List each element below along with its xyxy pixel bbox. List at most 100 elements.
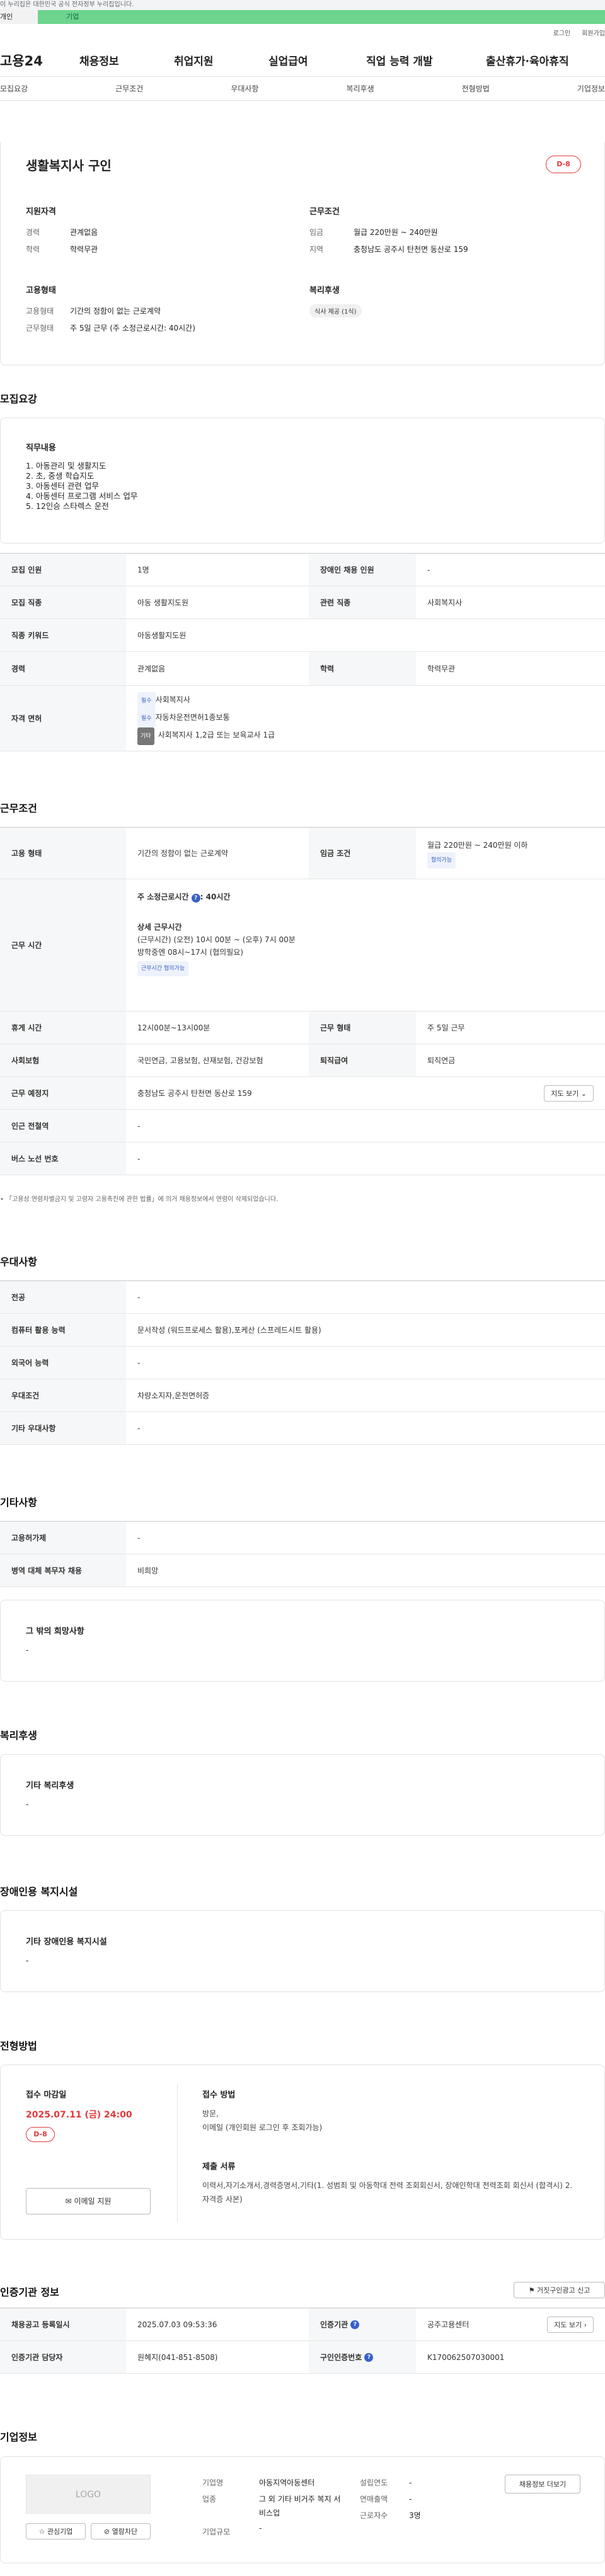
row-value: 원혜지(041-851-8508) [137,2353,218,2362]
map-button[interactable]: 지도 보기 › [547,2316,594,2333]
dday-badge: D-8 [546,156,581,173]
map-button[interactable]: 지도 보기 ⌄ [544,1085,594,1102]
gnb-unemployment[interactable]: 실업급여 [268,52,366,68]
company-labels-1: 기업명 업종 기업규모 [202,2475,230,2540]
row-label: 퇴직급여 [309,1044,416,1076]
site-logo[interactable]: 고용24 [0,51,69,70]
subnav-preference[interactable]: 우대사항 [231,83,258,94]
subnav-process[interactable]: 전형방법 [462,83,490,94]
welfare-summary: 복리후생 식사 제공 (1식) [309,283,587,317]
chevron-down-icon: ⌄ [580,1089,587,1098]
subnav-welfare[interactable]: 복리후생 [346,83,374,94]
login-link[interactable]: 로그인 [553,30,571,37]
gnb-leave[interactable]: 출산휴가·육아휴직 [486,52,569,68]
method-title: 접수 방법 [202,2090,236,2100]
region-label: 지역 [309,245,324,254]
method-list: 방문, 이메일 (개인회원 로그인 후 조회가능) [202,2107,322,2134]
table-row: 채용공고 등록일시 2025.07.03 09:53:36 인증기관 ? 공주고용… [0,2308,605,2341]
table-row: 전공 - [0,1281,605,1314]
table-row: 병역 대체 복무자 채용 비희망 [0,1554,605,1587]
row-label: 장애인 채용 인원 [309,554,416,586]
region-value: 충청남도 공주시 탄천면 동산로 159 [354,245,468,254]
other-tag: 기타 [137,727,154,745]
company-values-2: - - 3명 [409,2475,421,2524]
gnb-jobs[interactable]: 채용정보 [79,52,174,68]
conditions-table: 고용 형태 기간의 정함이 없는 근로계약 임금 조건 월급 220만원 ~ 24… [0,827,605,1175]
row-value: 1명 [137,566,149,574]
other-table: 고용허가제 - 병역 대체 복무자 채용 비희망 [0,1521,605,1587]
gov-banner: 이 누리집은 대한민국 공식 전자정부 누리집입니다. [0,0,605,10]
signup-link[interactable]: 회원가입 [582,30,605,37]
table-row: 휴게 시간 12시00분~13시00분 근무 형태 주 5일 근무 [0,1012,605,1044]
industry-label: 업종 [202,2495,217,2504]
table-row: 기타 우대사항 - [0,1412,605,1445]
table-row: 경력 관계없음 학력 학력무관 [0,652,605,686]
info-icon[interactable]: ? [191,894,200,903]
favorite-button[interactable]: ☆ 관심기업 [26,2523,86,2539]
block-button[interactable]: ⊘ 열람차단 [91,2523,151,2539]
company-title: 기업정보 [0,2431,37,2443]
table-row: 고용 형태 기간의 정함이 없는 근로계약 임금 조건 월급 220만원 ~ 24… [0,828,605,879]
row-label: 학력 [309,652,416,685]
gnb-training[interactable]: 직업 능력 개발 [366,52,486,68]
subnav-company[interactable]: 기업정보 [577,83,605,94]
row-label: 모집 직종 [0,586,126,618]
other-title: 기타사항 [0,1496,37,1508]
deadline-title: 접수 마감일 [26,2090,67,2100]
job-title: 생활복지사 구인 [26,158,112,173]
table-row: 우대조건 차량소지자,운전면허증 [0,1379,605,1412]
row-label: 자격 면허 [0,686,126,751]
map-button-label: 지도 보기 [551,1089,579,1098]
row-value: 기간의 정함이 없는 근로계약 [137,849,228,858]
tab-personal[interactable]: 개인 [0,10,38,24]
cert-table: 채용공고 등록일시 2025.07.03 09:53:36 인증기관 ? 공주고용… [0,2308,605,2374]
docs-title: 제출 서류 [202,2162,236,2172]
emptype-label: 고용형태 [26,307,54,316]
workform-label: 근무형태 [26,324,54,333]
help-icon[interactable]: ? [350,2320,360,2329]
row-label: 경력 [0,652,126,685]
report-button[interactable]: ⚑ 거짓구인광고 신고 [514,2282,605,2298]
duty-item: 2. 초, 중생 학습지도 [26,471,95,481]
company-values-1: 아동지역아동센터 그 외 기타 비거주 복지 서비스업 - [259,2475,347,2536]
duty-title: 직무내용 [26,443,56,453]
tab-company[interactable]: 기업 [38,10,605,24]
row-value: 아동 생활지도원 [137,598,189,607]
row-label: 채용공고 등록일시 [0,2308,126,2340]
required-tag: 필수 [137,709,156,727]
duty-list: 1. 아동관리 및 생활지도 2. 초, 중생 학습지도 3. 아동센터 관련 … [26,461,137,511]
subnav-conditions[interactable]: 근무조건 [115,83,143,94]
section-nav: 모집요강 근무조건 우대사항 복리후생 전형방법 기업정보 [0,77,605,101]
table-row: 모집 인원 1명 장애인 채용 인원 - [0,554,605,586]
global-nav: 고용24 채용정보 취업지원 실업급여 직업 능력 개발 출산휴가·육아휴직 [0,44,605,77]
row-label: 전공 [0,1281,126,1313]
wage-label: 임금 [309,228,324,237]
flag-icon: ⚑ [528,2286,535,2294]
org-label: 인증기관 [320,2320,349,2329]
duty-item: 1. 아동관리 및 생활지도 [26,461,107,470]
wage-value: 월급 220만원 ~ 240만원 [354,228,438,237]
disabled-facility-sub: 기타 장애인용 복지시설 [26,1937,107,1947]
docs-value: 이력서,자기소개서,경력증명서,기타(1. 성범죄 및 아동학대 전력 조회회신… [202,2181,573,2204]
row-value: - [137,1358,141,1367]
row-label: 구인인증번호 ? [309,2341,416,2373]
method-item: 이메일 (개인회원 로그인 후 조회가능) [202,2123,323,2132]
table-row: 외국어 능력 - [0,1347,605,1379]
help-icon[interactable]: ? [364,2352,374,2362]
industry-value: 그 외 기타 비거주 복지 서비스업 [259,2495,341,2517]
subnav-recruit[interactable]: 모집요강 [0,83,28,94]
report-label: 거짓구인광고 신고 [536,2286,591,2294]
detail-line: 방학중엔 08시~17시 (협의필요) [137,948,243,957]
star-icon: ☆ [38,2528,45,2536]
qualification-title: 지원자격 [26,207,56,217]
gnb-employment-support[interactable]: 취업지원 [174,52,268,68]
org-value: 공주고용센터 [427,2320,470,2329]
preference-title: 우대사항 [0,1256,37,1268]
table-row: 근무 시간 주 소정근로시간 ?: 40시간 상세 근무시간 (근무시간) (오… [0,879,605,1012]
license-list: 필수 사회복지사 필수 자동차운전면허1종보통 기타 사회복지사 1,2급 또는 보육… [126,686,605,751]
more-jobs-button[interactable]: 채용정보 더보기 [505,2475,580,2493]
email-apply-button[interactable]: ✉ 이메일 지원 [26,2188,151,2214]
mail-icon: ✉ [65,2197,72,2206]
detail-line: (근무시간) (오전) 10시 00분 ~ (오후) 7시 00분 [137,935,296,944]
hours-chip: 근무시간 협의가능 [137,961,189,976]
